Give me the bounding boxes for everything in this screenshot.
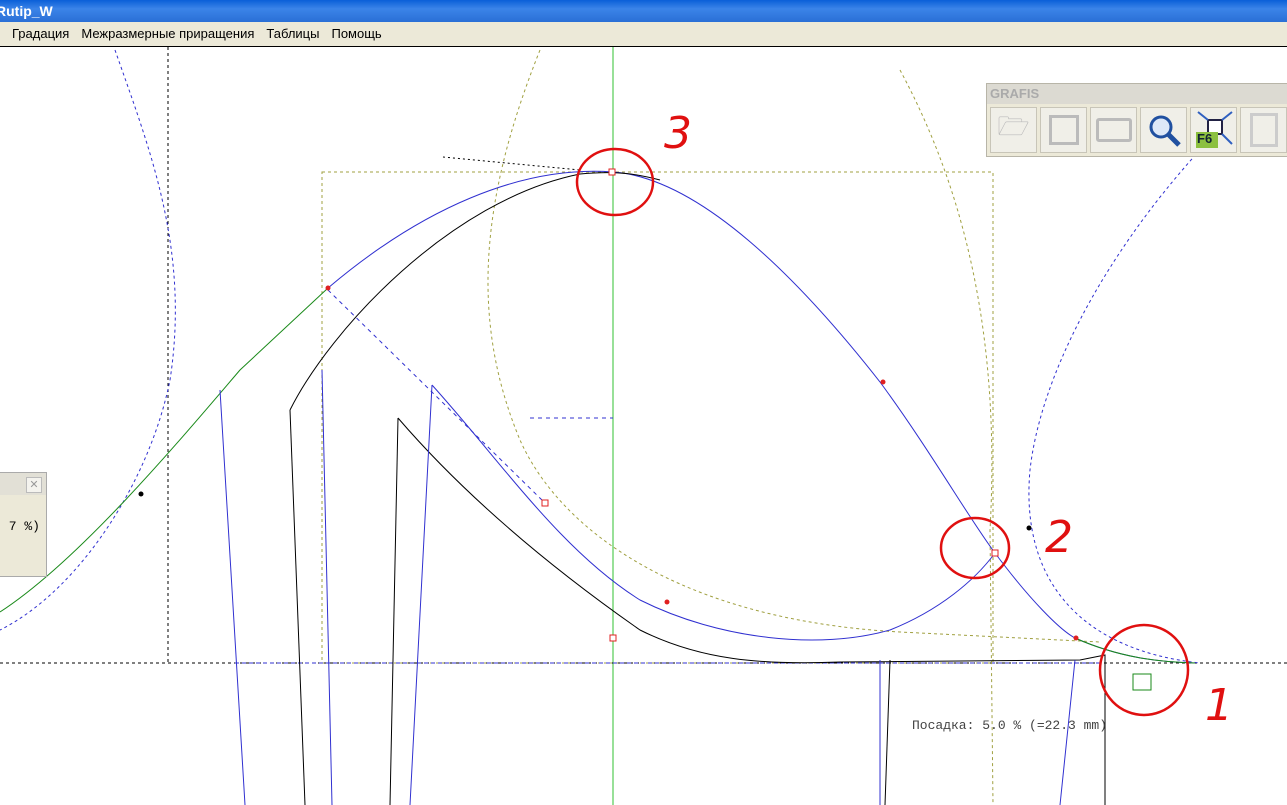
zoom-button[interactable]	[1140, 107, 1187, 153]
annotation-1: 1	[1205, 680, 1233, 731]
open-button[interactable]: 🗁	[990, 107, 1037, 153]
toolbar-title: GRAFIS	[987, 84, 1287, 104]
save-icon	[1048, 115, 1079, 145]
print-button[interactable]	[1090, 107, 1137, 153]
open-icon: 🗁	[997, 111, 1030, 141]
save-button[interactable]	[1040, 107, 1087, 153]
window-title: Rutip_W	[0, 3, 53, 19]
annotation-3: 3	[664, 108, 692, 159]
grafis-toolbar: GRAFIS 🗁 F6	[986, 83, 1287, 157]
menu-bar: Градация Межразмерные приращения Таблицы По…	[0, 22, 1287, 47]
title-bar: Rutip_W	[0, 0, 1287, 22]
menu-help[interactable]: Помощь	[324, 22, 388, 46]
panel-value: 7 %)	[8, 519, 40, 534]
f6-label: F6	[1197, 131, 1213, 146]
menu-increments[interactable]: Межразмерные приращения	[74, 22, 261, 46]
floating-panel: ✕ 7 %)	[0, 472, 47, 577]
menu-gradation[interactable]: Градация	[5, 22, 76, 46]
annotation-circles	[575, 147, 1190, 717]
menu-tables[interactable]: Таблицы	[259, 22, 326, 46]
annotation-2: 2	[1045, 512, 1073, 563]
export-icon	[1249, 113, 1278, 147]
print-icon	[1095, 118, 1132, 142]
posadka-readout: Посадка: 5.0 % (=22.3 mm)	[912, 718, 1108, 733]
fit-f6-button[interactable]: F6	[1190, 107, 1237, 153]
export-button[interactable]	[1240, 107, 1287, 153]
pattern-curves	[0, 170, 1196, 805]
zoom-icon	[1149, 115, 1181, 147]
drawing-canvas[interactable]	[0, 47, 1287, 805]
close-icon[interactable]: ✕	[26, 477, 42, 493]
